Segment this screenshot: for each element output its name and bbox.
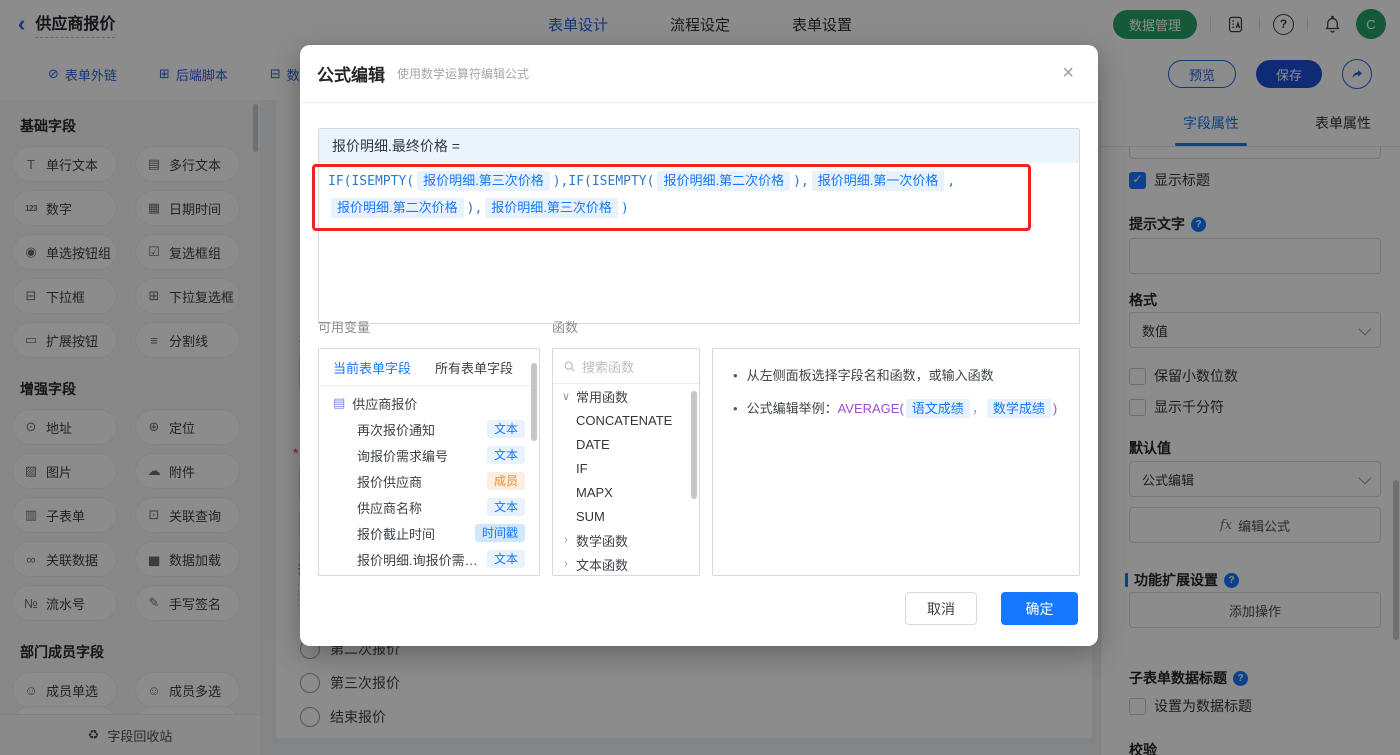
bullet: • bbox=[733, 368, 738, 383]
variables-tab[interactable]: 当前表单字段 bbox=[333, 358, 411, 377]
variable-row[interactable]: 询报价需求编号 文本 bbox=[319, 442, 539, 468]
function-item[interactable]: IF bbox=[553, 456, 699, 480]
dialog-title: 公式编辑 bbox=[317, 66, 385, 85]
formula-code: ) bbox=[620, 201, 629, 216]
search-icon bbox=[564, 361, 575, 372]
variable-root-label: 供应商报价 bbox=[352, 396, 418, 412]
example-field-chip: 数学成绩 bbox=[986, 399, 1051, 418]
variable-row[interactable]: 供应商名称 文本 bbox=[319, 494, 539, 520]
functions-label: 函数 bbox=[552, 320, 579, 335]
variables-tab[interactable]: 所有表单字段 bbox=[435, 358, 513, 377]
example-field-chip: 语文成绩 bbox=[905, 399, 970, 418]
formula-code: ),IF(ISEMPTY( bbox=[552, 174, 655, 189]
variables-scrollbar[interactable] bbox=[531, 363, 537, 441]
formula-field-chip: 报价明细.第三次价格 bbox=[417, 171, 550, 191]
tips-panel: • 从左侧面板选择字段名和函数，或输入函数 • 公式编辑举例：AVERAGE(语… bbox=[712, 348, 1080, 576]
close-icon[interactable]: × bbox=[1062, 63, 1074, 83]
variables-label: 可用变量 bbox=[318, 320, 371, 335]
variable-row[interactable]: 再次报价通知 文本 bbox=[319, 416, 539, 442]
functions-list: ∨ 常用函数 CONCATENATE DATE IF MAPX SUM › 数学函数 › 文本函数 bbox=[553, 384, 699, 575]
function-group[interactable]: › 文本函数 bbox=[553, 552, 699, 575]
formula-target: 报价明细.最终价格 = bbox=[319, 129, 1079, 163]
variable-root-row[interactable]: ▤ 供应商报价 bbox=[319, 390, 539, 416]
formula-field-chip: 报价明细.第三次价格 bbox=[485, 198, 618, 218]
variable-type-badge: 文本 bbox=[486, 498, 525, 516]
cancel-button[interactable]: 取消 bbox=[905, 592, 977, 625]
variable-row[interactable]: 报价截止时间 时间戳 bbox=[319, 520, 539, 546]
functions-panel: 搜索函数 ∨ 常用函数 CONCATENATE DATE IF MAPX SUM › 数学函数 ›… bbox=[552, 348, 700, 576]
example-text: AVERAGE( bbox=[837, 401, 904, 416]
variable-label: 再次报价通知 bbox=[357, 422, 436, 438]
function-search-input[interactable]: 搜索函数 bbox=[553, 349, 699, 384]
example-text: ， bbox=[971, 401, 985, 416]
formula-dialog: 公式编辑 使用数学运算符编辑公式 × 报价明细.最终价格 = IF(ISEMPT… bbox=[300, 45, 1098, 646]
variable-row[interactable]: 报价供应商 成员 bbox=[319, 468, 539, 494]
chevron-icon: ∨ bbox=[561, 390, 571, 403]
function-group-label: 数学函数 bbox=[576, 533, 629, 549]
app-root: ‹ 供应商报价 表单设计 流程设定 表单设置 数据管理 ? C ⊘ 表单外链 ⊞… bbox=[0, 0, 1400, 755]
function-item[interactable]: MAPX bbox=[553, 480, 699, 504]
function-item[interactable]: DATE bbox=[553, 432, 699, 456]
bullet: • bbox=[733, 401, 738, 416]
function-item[interactable]: SUM bbox=[553, 504, 699, 528]
example-text: ) bbox=[1052, 401, 1058, 416]
formula-code-area[interactable]: IF(ISEMPTY(报价明细.第三次价格),IF(ISEMPTY(报价明细.第… bbox=[319, 163, 1079, 323]
formula-editor: 报价明细.最终价格 = IF(ISEMPTY(报价明细.第三次价格),IF(IS… bbox=[318, 128, 1080, 324]
dialog-header: 公式编辑 使用数学运算符编辑公式 × bbox=[300, 45, 1098, 103]
function-group[interactable]: › 数学函数 bbox=[553, 528, 699, 552]
tip-line: • 从左侧面板选择字段名和函数，或输入函数 bbox=[733, 368, 994, 383]
formula-line: 报价明细.第二次价格), 报价明细.第三次价格) bbox=[328, 195, 1070, 222]
search-placeholder: 搜索函数 bbox=[582, 359, 635, 375]
tip-line-example: • 公式编辑举例：AVERAGE(语文成绩，数学成绩) bbox=[733, 399, 1059, 418]
formula-code: ), bbox=[466, 201, 483, 216]
variable-row[interactable]: 报价明细.询报价需求... 文本 bbox=[319, 546, 539, 572]
variable-label: 报价明细.询报价需求... bbox=[357, 552, 483, 568]
variables-panel: 当前表单字段 所有表单字段 ▤ 供应商报价 再次报价通知 文本 询报价需求编号 文本 报价供应… bbox=[318, 348, 540, 576]
function-group[interactable]: ∨ 常用函数 bbox=[553, 384, 699, 408]
variables-tabs: 当前表单字段 所有表单字段 bbox=[319, 349, 539, 386]
formula-line: IF(ISEMPTY(报价明细.第三次价格),IF(ISEMPTY(报价明细.第… bbox=[328, 168, 1070, 195]
dialog-subtitle: 使用数学运算符编辑公式 bbox=[397, 67, 530, 81]
variable-type-badge: 文本 bbox=[486, 420, 525, 438]
form-doc-icon: ▤ bbox=[333, 395, 346, 410]
chevron-icon: › bbox=[564, 534, 568, 546]
confirm-button[interactable]: 确定 bbox=[1001, 592, 1078, 625]
variable-label: 询报价需求编号 bbox=[357, 448, 449, 464]
variable-type-badge: 文本 bbox=[486, 550, 525, 568]
functions-scrollbar[interactable] bbox=[691, 391, 697, 499]
chevron-icon: › bbox=[564, 558, 568, 570]
formula-field-chip: 报价明细.第二次价格 bbox=[331, 198, 464, 218]
function-item[interactable]: CONCATENATE bbox=[553, 408, 699, 432]
formula-code: ), bbox=[793, 174, 809, 189]
variable-type-badge: 文本 bbox=[486, 446, 525, 464]
formula-code: , bbox=[947, 174, 956, 189]
variable-type-badge: 成员 bbox=[486, 472, 525, 490]
variable-type-badge: 时间戳 bbox=[474, 524, 525, 542]
variables-list: ▤ 供应商报价 再次报价通知 文本 询报价需求编号 文本 报价供应商 成员 供应商名称 文本 报价截… bbox=[319, 386, 539, 572]
formula-code: IF(ISEMPTY( bbox=[328, 174, 415, 189]
variable-label: 报价供应商 bbox=[357, 474, 423, 490]
function-group-label: 常用函数 bbox=[576, 389, 629, 405]
variable-label: 报价截止时间 bbox=[357, 526, 436, 542]
function-group-label: 文本函数 bbox=[576, 557, 629, 573]
example-text: 公式编辑举例： bbox=[746, 401, 838, 416]
formula-field-chip: 报价明细.第一次价格 bbox=[811, 171, 945, 191]
dialog-footer: 取消 确定 bbox=[905, 592, 1078, 625]
formula-field-chip: 报价明细.第二次价格 bbox=[657, 171, 791, 191]
variable-label: 供应商名称 bbox=[357, 500, 423, 516]
